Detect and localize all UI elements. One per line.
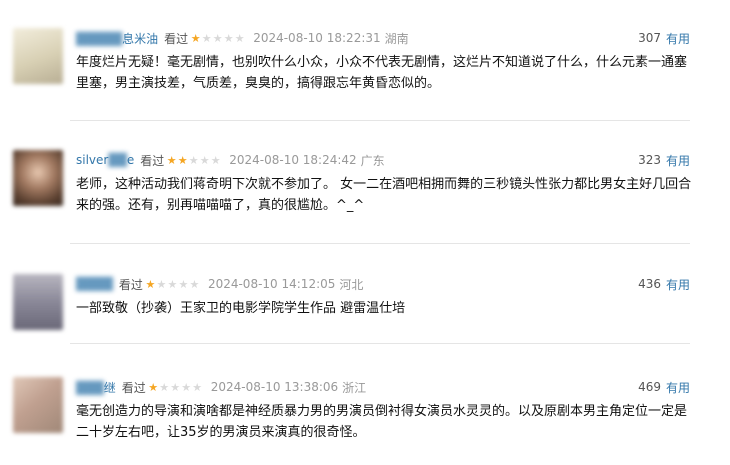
review-header: ████ 看过 ★ ★ ★ ★ ★ 2024-08-10 14:12:05 河北 bbox=[76, 274, 363, 294]
review-time: 2024-08-10 13:38:06 bbox=[210, 380, 339, 394]
star-icon: ★ bbox=[192, 380, 203, 394]
useful-button[interactable]: 有用 bbox=[666, 276, 690, 293]
star-icon: ★ bbox=[170, 380, 181, 394]
review-time: 2024-08-10 18:24:42 bbox=[229, 153, 357, 167]
star-icon: ★ bbox=[156, 277, 167, 291]
star-icon: ★ bbox=[223, 31, 234, 45]
star-icon: ★ bbox=[188, 153, 199, 167]
review-location: 广东 bbox=[360, 153, 385, 168]
star-icon: ★ bbox=[234, 31, 245, 45]
username-link[interactable]: silver██e bbox=[76, 153, 134, 167]
vote-area: 469 有用 bbox=[638, 377, 690, 397]
useful-button[interactable]: 有用 bbox=[666, 379, 690, 396]
star-icon: ★ bbox=[159, 380, 170, 394]
watched-label: 看过 bbox=[164, 31, 189, 46]
star-icon: ★ bbox=[166, 153, 177, 167]
watched-label: 看过 bbox=[118, 277, 143, 292]
divider bbox=[70, 120, 690, 121]
star-icon: ★ bbox=[181, 380, 192, 394]
review-time: 2024-08-10 14:12:05 bbox=[207, 277, 336, 291]
review-content: 一部致敬（抄袭）王家卫的电影学院学生作品 避雷温仕培 bbox=[76, 301, 406, 316]
vote-area: 323 有用 bbox=[638, 150, 690, 170]
rating-stars: ★ ★ ★ ★ ★ bbox=[145, 279, 200, 290]
star-icon: ★ bbox=[190, 31, 201, 45]
star-icon: ★ bbox=[177, 153, 188, 167]
username-link[interactable]: ████ bbox=[76, 277, 113, 291]
review-header: silver██e 看过 ★ ★ ★ ★ ★ 2024-08-10 18:24:… bbox=[76, 150, 385, 170]
vote-count: 469 bbox=[638, 380, 661, 394]
useful-button[interactable]: 有用 bbox=[666, 152, 690, 169]
username-link[interactable]: ███继 bbox=[76, 379, 116, 396]
rating-stars: ★ ★ ★ ★ ★ bbox=[166, 155, 221, 166]
rating-stars: ★ ★ ★ ★ ★ bbox=[190, 33, 245, 44]
star-icon: ★ bbox=[178, 277, 189, 291]
vote-area: 436 有用 bbox=[638, 274, 690, 294]
star-icon: ★ bbox=[167, 277, 178, 291]
star-icon: ★ bbox=[201, 31, 212, 45]
avatar[interactable] bbox=[13, 274, 63, 330]
review-location: 河北 bbox=[339, 277, 364, 292]
avatar[interactable] bbox=[13, 377, 63, 433]
review-content: 毫无创造力的导演和演啥都是神经质暴力男的男演员倒衬得女演员水灵灵的。以及原剧本男… bbox=[76, 404, 688, 440]
review-time: 2024-08-10 18:22:31 bbox=[253, 31, 381, 45]
review-location: 湖南 bbox=[384, 31, 409, 46]
rating-stars: ★ ★ ★ ★ ★ bbox=[148, 382, 203, 393]
star-icon: ★ bbox=[148, 380, 159, 394]
review-content: 老师，这种活动我们蒋奇明下次就不参加了。 女一二在酒吧相拥而舞的三秒镜头性张力都… bbox=[76, 177, 692, 213]
divider bbox=[70, 343, 690, 344]
star-icon: ★ bbox=[210, 153, 221, 167]
review-location: 浙江 bbox=[342, 380, 367, 395]
star-icon: ★ bbox=[212, 31, 223, 45]
vote-area: 307 有用 bbox=[638, 28, 690, 48]
avatar[interactable] bbox=[13, 150, 63, 206]
star-icon: ★ bbox=[145, 277, 156, 291]
watched-label: 看过 bbox=[121, 380, 146, 395]
star-icon: ★ bbox=[199, 153, 210, 167]
star-icon: ★ bbox=[189, 277, 200, 291]
review-content: 年度烂片无疑！毫无剧情，也别吹什么小众，小众不代表无剧情，这烂片不知道说了什么，… bbox=[76, 55, 688, 91]
useful-button[interactable]: 有用 bbox=[666, 30, 690, 47]
username-link[interactable]: █████息米油 bbox=[76, 30, 158, 47]
vote-count: 436 bbox=[638, 277, 661, 291]
vote-count: 323 bbox=[638, 153, 661, 167]
watched-label: 看过 bbox=[140, 153, 165, 168]
review-header: █████息米油 看过 ★ ★ ★ ★ ★ 2024-08-10 18:22:3… bbox=[76, 28, 409, 48]
vote-count: 307 bbox=[638, 31, 661, 45]
avatar[interactable] bbox=[13, 28, 63, 84]
divider bbox=[70, 243, 690, 244]
review-header: ███继 看过 ★ ★ ★ ★ ★ 2024-08-10 13:38:06 浙江 bbox=[76, 377, 366, 397]
